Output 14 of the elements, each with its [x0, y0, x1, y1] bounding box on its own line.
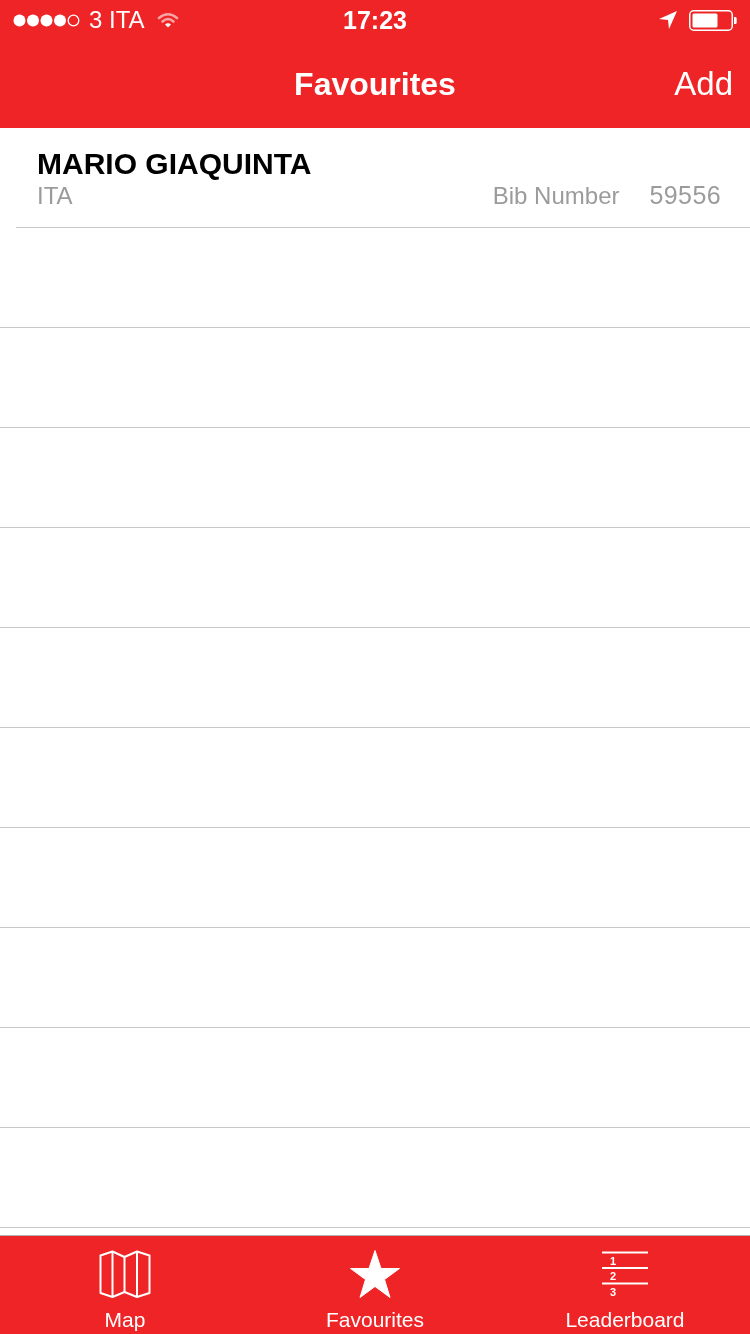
bib-number-label: Bib Number — [492, 181, 620, 211]
wifi-icon — [156, 12, 179, 28]
star-icon — [349, 1249, 401, 1299]
battery-icon — [689, 9, 737, 31]
screen-title: Favourites — [294, 65, 456, 104]
signal-strength-icon — [13, 14, 80, 27]
folded-map-icon — [99, 1250, 151, 1298]
athlete-name: MARIO GIAQUINTA — [37, 146, 312, 181]
country-code: ITA — [37, 181, 73, 211]
add-button[interactable]: Add — [672, 64, 735, 104]
location-arrow-icon — [659, 11, 677, 29]
bib-number: 59556 — [649, 180, 721, 211]
carrier-name: 3 ITA — [89, 6, 145, 34]
clock-time: 17:23 — [343, 6, 407, 34]
